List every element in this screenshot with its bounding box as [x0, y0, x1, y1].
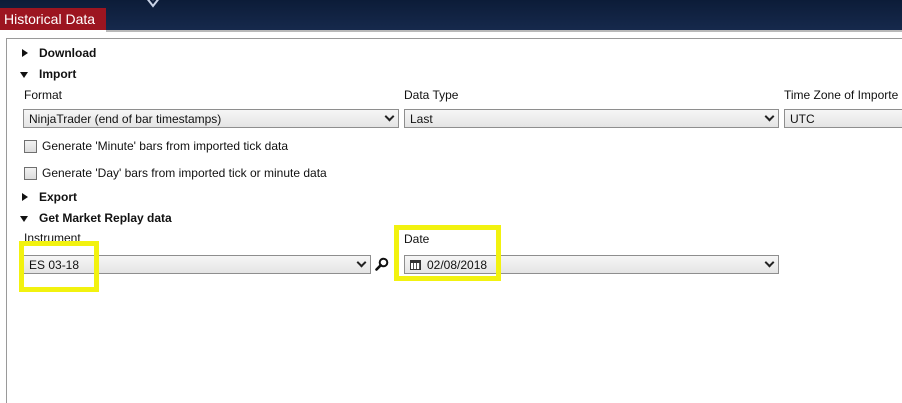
- date-picker[interactable]: 02/08/2018: [404, 255, 779, 274]
- instrument-label: Instrument: [24, 231, 81, 245]
- section-replay-label: Get Market Replay data: [39, 211, 172, 225]
- window-title-tab[interactable]: Historical Data: [0, 8, 106, 30]
- date-picker-value: 02/08/2018: [427, 257, 488, 272]
- section-import-header[interactable]: Import: [19, 66, 76, 82]
- title-strip: [106, 30, 902, 32]
- section-export-label: Export: [39, 190, 78, 204]
- section-export-header[interactable]: Export: [19, 189, 77, 205]
- chevron-down-icon: [382, 110, 398, 127]
- chevron-down-icon: [762, 256, 778, 273]
- minute-bars-checkbox[interactable]: [24, 140, 37, 153]
- minute-bars-label: Generate 'Minute' bars from imported tic…: [42, 139, 289, 153]
- triangle-right-icon: [19, 47, 31, 59]
- instrument-select-value: ES 03-18: [29, 257, 80, 272]
- date-label: Date: [404, 232, 430, 246]
- section-download-header[interactable]: Download: [19, 45, 96, 61]
- window-title: Historical Data: [4, 11, 96, 27]
- day-bars-label: Generate 'Day' bars from imported tick o…: [42, 166, 327, 180]
- section-import-label: Import: [39, 67, 77, 81]
- historical-data-panel: Download Import Format NinjaTrader (end …: [6, 38, 902, 403]
- app-top-bar: [0, 0, 902, 30]
- data-type-label: Data Type: [404, 88, 459, 102]
- section-download-label: Download: [39, 46, 97, 60]
- data-type-select[interactable]: Last: [404, 109, 779, 128]
- time-zone-select[interactable]: UTC: [784, 109, 902, 128]
- data-type-select-value: Last: [410, 111, 433, 126]
- section-replay-header[interactable]: Get Market Replay data: [19, 210, 172, 226]
- chevron-down-icon: [354, 256, 370, 273]
- chevron-down-icon: [762, 110, 778, 127]
- format-label: Format: [24, 88, 63, 102]
- calendar-icon[interactable]: [410, 259, 421, 270]
- triangle-down-icon: [19, 212, 31, 224]
- day-bars-checkbox[interactable]: [24, 167, 37, 180]
- triangle-down-icon: [19, 68, 31, 80]
- magnifier-icon[interactable]: [375, 257, 389, 271]
- triangle-right-icon: [19, 191, 31, 203]
- format-select[interactable]: NinjaTrader (end of bar timestamps): [23, 109, 399, 128]
- time-zone-label: Time Zone of Importe: [784, 88, 899, 102]
- app-logo-icon: [147, 0, 159, 8]
- instrument-select[interactable]: ES 03-18: [23, 255, 371, 274]
- format-select-value: NinjaTrader (end of bar timestamps): [29, 111, 222, 126]
- time-zone-select-value: UTC: [790, 111, 815, 126]
